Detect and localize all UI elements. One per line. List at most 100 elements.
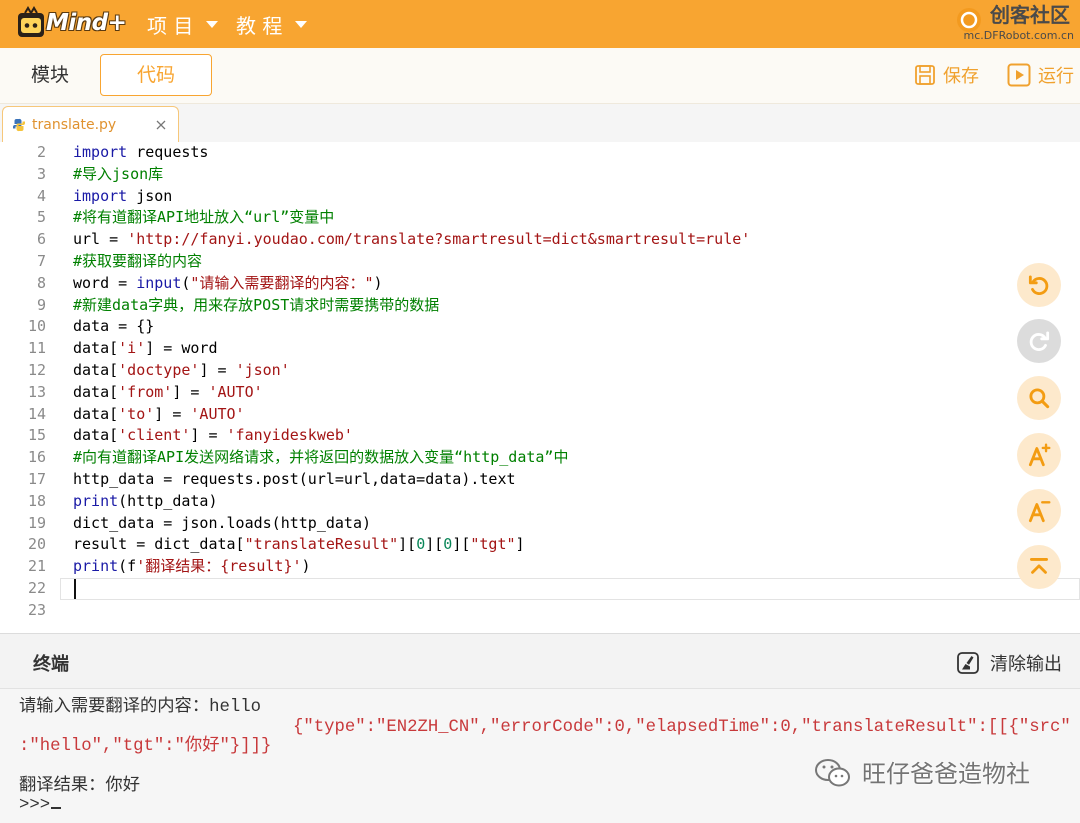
code-line[interactable]: 19 dict_data = json.loads(http_data) (0, 513, 1080, 535)
code-token-text: (f (118, 557, 137, 576)
code-token-keyword: import (73, 143, 128, 161)
code-token-string: 'fanyideskweb' (226, 426, 353, 445)
code-token-string: 'i' (118, 339, 146, 358)
code-text: data['i'] = word (73, 338, 218, 360)
code-line[interactable]: 21 print(f'翻译结果：{result}') (0, 556, 1080, 578)
font-decrease-icon (1028, 501, 1051, 523)
code-text: data['client'] = 'fanyideskweb' (73, 425, 353, 447)
code-token-keyword: import (73, 186, 128, 205)
code-line-current[interactable]: 22 (0, 578, 1080, 600)
code-token-text: url = (73, 230, 128, 249)
code-text: word = input("请输入需要翻译的内容：") (73, 273, 383, 295)
line-number: 12 (27, 361, 46, 379)
code-line[interactable]: 8 word = input("请输入需要翻译的内容：") (0, 273, 1080, 295)
code-token-text: dict_data = json.loads(http_data) (73, 513, 372, 532)
community-brand-url[interactable]: mc.DFRobot.com.cn (964, 29, 1074, 43)
code-token-text: ) (301, 557, 311, 576)
code-line[interactable]: 10 data = {} (0, 316, 1080, 338)
code-token-string: 'json' (235, 361, 290, 379)
code-line[interactable]: 20 result = dict_data["translateResult"][… (0, 534, 1080, 556)
code-text: import requests (73, 142, 208, 164)
code-token-comment: #将有道翻译API地址放入“url”变量中 (73, 208, 335, 227)
code-token-text: ][ (425, 535, 444, 554)
code-line[interactable]: 15 data['client'] = 'fanyideskweb' (0, 425, 1080, 447)
code-line[interactable]: 13 data['from'] = 'AUTO' (0, 382, 1080, 404)
code-text: result = dict_data["translateResult"][0]… (73, 534, 525, 556)
code-line[interactable]: 12 data['doctype'] = 'json' (0, 360, 1080, 382)
font-increase-button[interactable] (1017, 433, 1061, 477)
terminal-panel: 终端 清除输出 请输入需要翻译的内容：hello {"type":"EN2ZH_… (0, 633, 1080, 823)
tab-code[interactable]: 代码 (100, 54, 212, 96)
clear-output-button[interactable]: 清除输出 (957, 648, 1062, 678)
code-text: print(http_data) (73, 491, 218, 513)
search-icon (1029, 388, 1050, 409)
code-token-comment: #获取要翻译的内容 (73, 252, 203, 270)
scroll-top-button[interactable] (1017, 545, 1061, 589)
code-token-text: ] = word (145, 339, 218, 358)
close-icon[interactable] (156, 120, 166, 130)
community-brand-title[interactable]: 创客社区 (990, 2, 1070, 28)
mind-plus-robot-logo-icon (18, 6, 44, 37)
code-line[interactable]: 17 http_data = requests.post(url=url,data… (0, 469, 1080, 491)
code-line[interactable]: 2 import requests (0, 142, 1080, 164)
line-number: 11 (27, 339, 46, 358)
terminal-header: 终端 清除输出 (0, 634, 1080, 689)
run-label: 运行 (1038, 66, 1074, 87)
scroll-top-icon (1030, 558, 1048, 574)
code-token-string: 'client' (118, 426, 191, 445)
line-number: 23 (27, 600, 46, 619)
chevron-down-icon (206, 20, 219, 28)
code-line[interactable]: 7 #获取要翻译的内容 (0, 251, 1080, 273)
code-line[interactable]: 4 import json (0, 186, 1080, 208)
code-token-number: 0 (443, 535, 453, 554)
code-line[interactable]: 11 data['i'] = word (0, 338, 1080, 360)
code-line[interactable]: 6 url = 'http://fanyi.youdao.com/translat… (0, 229, 1080, 251)
menu-tutorial-label: 教 程 (236, 13, 283, 38)
code-line[interactable]: 16 #向有道翻译API发送网络请求，并将返回的数据放入变量“http_data”… (0, 447, 1080, 469)
menu-tutorial[interactable]: 教 程 (236, 0, 308, 48)
top-menu-bar: Mind+ 项 目 教 程 创客社区 mc.DFRobot.com.cn (0, 0, 1080, 48)
code-token-string: 'AUTO' (190, 404, 245, 423)
code-token-text: json (127, 186, 173, 205)
chevron-down-icon (295, 20, 308, 28)
code-editor[interactable]: 2 import requests 3 #导入json库 4 import json 5 #将… (0, 142, 1080, 632)
terminal-response-line: {"type":"EN2ZH_CN","errorCode":0,"elapse… (293, 717, 1071, 737)
code-text: data['from'] = 'AUTO' (73, 382, 263, 404)
code-token-text: ] = (190, 426, 227, 445)
run-icon (1007, 63, 1031, 87)
code-line[interactable]: 5 #将有道翻译API地址放入“url”变量中 (0, 207, 1080, 229)
terminal-cursor (51, 807, 62, 810)
code-line[interactable]: 18 print(http_data) (0, 491, 1080, 513)
undo-icon (1028, 275, 1049, 295)
save-label: 保存 (943, 66, 979, 87)
menu-project-label: 项 目 (147, 13, 194, 38)
line-number: 3 (36, 164, 46, 183)
save-button[interactable]: 保存 (914, 60, 979, 90)
font-decrease-button[interactable] (1017, 489, 1061, 533)
code-token-string: '翻译结果：{result}' (136, 557, 302, 576)
tab-blocks[interactable]: 模块 (0, 54, 100, 96)
file-tab-translate-py[interactable]: translate.py (2, 106, 179, 143)
code-line[interactable]: 14 data['to'] = 'AUTO' (0, 404, 1080, 426)
code-token-text: ] = (199, 361, 236, 379)
run-button[interactable]: 运行 (1007, 60, 1074, 90)
undo-button[interactable] (1017, 263, 1061, 307)
code-lines[interactable]: 2 import requests 3 #导入json库 4 import json 5 #将… (0, 142, 1080, 632)
redo-button[interactable] (1017, 319, 1061, 363)
line-number: 6 (36, 230, 46, 249)
line-number: 15 (27, 426, 46, 445)
line-number: 20 (27, 535, 46, 554)
code-line[interactable]: 23 (0, 600, 1080, 622)
line-number: 5 (36, 208, 46, 227)
code-token-keyword: input (136, 273, 182, 292)
line-number: 13 (27, 382, 46, 401)
terminal-prompt-line[interactable]: >>> (19, 796, 1080, 816)
menu-project[interactable]: 项 目 (147, 0, 219, 48)
python-file-icon (12, 118, 26, 132)
search-button[interactable] (1017, 376, 1061, 420)
code-token-number: 0 (416, 535, 426, 554)
code-line[interactable]: 3 #导入json库 (0, 164, 1080, 186)
code-token-text: ] (515, 535, 525, 554)
line-number: 2 (36, 143, 46, 161)
code-line[interactable]: 9 #新建data字典，用来存放POST请求时需要携带的数据 (0, 295, 1080, 317)
